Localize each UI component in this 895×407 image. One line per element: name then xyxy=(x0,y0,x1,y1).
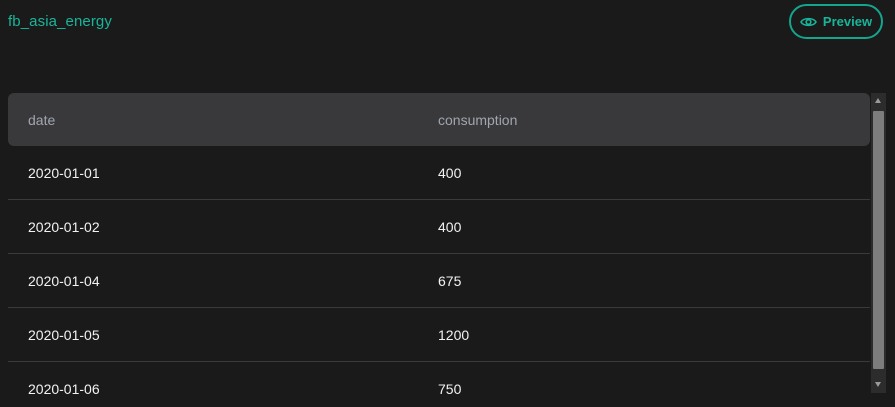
table-row[interactable]: 2020-01-01 400 xyxy=(8,146,870,200)
cell-date: 2020-01-04 xyxy=(28,272,100,289)
preview-label: Preview xyxy=(822,14,873,29)
table-row[interactable]: 2020-01-05 1200 xyxy=(8,308,870,362)
scroll-up-arrow-icon[interactable] xyxy=(875,98,881,103)
cell-consumption: 400 xyxy=(438,218,462,235)
dataset-panel: fb_asia_energy Preview date consumption … xyxy=(0,0,895,407)
cell-consumption: 750 xyxy=(438,381,462,397)
table-header-row: date consumption xyxy=(8,93,870,146)
column-header-consumption[interactable]: consumption xyxy=(438,112,517,128)
preview-button[interactable]: Preview xyxy=(789,4,883,39)
cell-consumption: 400 xyxy=(438,164,462,181)
cell-date: 2020-01-06 xyxy=(28,381,100,397)
data-table: date consumption 2020-01-01 400 2020-01-… xyxy=(8,93,870,407)
eye-icon xyxy=(800,16,817,28)
cell-date: 2020-01-05 xyxy=(28,326,100,343)
cell-date: 2020-01-01 xyxy=(28,164,100,181)
table-row[interactable]: 2020-01-06 750 xyxy=(8,362,870,407)
cell-date: 2020-01-02 xyxy=(28,218,100,235)
scrollbar-thumb[interactable] xyxy=(873,111,884,369)
table-row[interactable]: 2020-01-02 400 xyxy=(8,200,870,254)
scroll-down-arrow-icon[interactable] xyxy=(875,382,881,387)
column-header-date[interactable]: date xyxy=(28,112,55,128)
table-row[interactable]: 2020-01-04 675 xyxy=(8,254,870,308)
vertical-scrollbar[interactable] xyxy=(871,93,886,393)
cell-consumption: 1200 xyxy=(438,326,470,343)
dataset-title: fb_asia_energy xyxy=(8,13,112,30)
cell-consumption: 675 xyxy=(438,272,462,289)
